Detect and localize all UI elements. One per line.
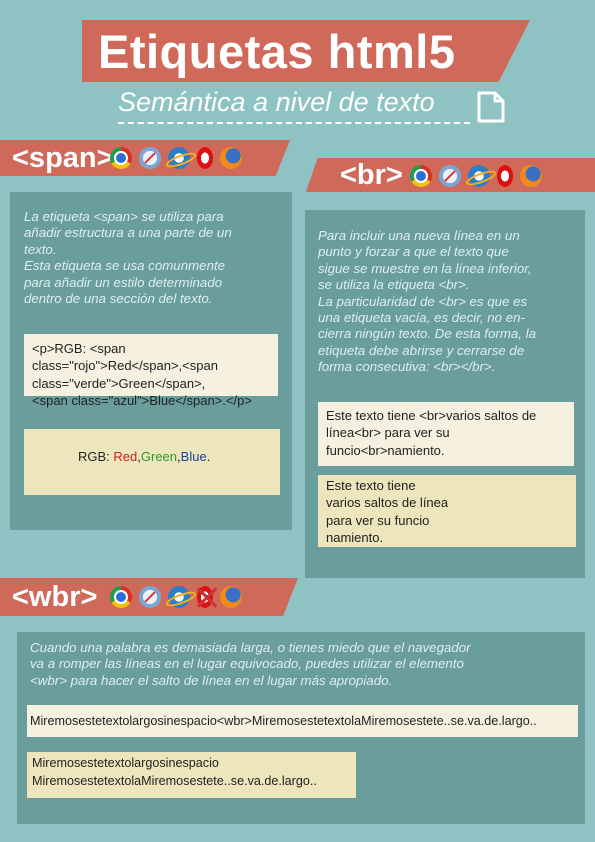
wbr-code-example: Miremosestetextolargosinespacio<wbr>Mire…	[27, 705, 578, 737]
chrome-icon	[410, 165, 432, 187]
period: .	[206, 449, 211, 464]
wbr-browser-support	[110, 582, 270, 612]
green-text: Green	[140, 449, 178, 464]
wbr-result-example: Miremosestetextolargosinespacio Miremose…	[27, 752, 356, 798]
br-tag-heading: <br>	[340, 159, 403, 191]
br-code-example: Este texto tiene <br>varios saltos de lí…	[318, 402, 574, 466]
chrome-icon	[110, 586, 132, 608]
span-result-line: RGB: Red,Green,Blue.	[78, 448, 210, 465]
wbr-tag-heading: <wbr>	[12, 581, 98, 613]
safari-icon	[139, 586, 161, 608]
br-result-example: Este texto tiene varios saltos de línea …	[318, 475, 576, 547]
chrome-icon	[110, 147, 132, 169]
span-code-example: <p>RGB: <span class="rojo">Red</span>,<s…	[24, 334, 278, 408]
firefox-icon	[220, 147, 242, 169]
page-title: Etiquetas html5	[98, 25, 456, 78]
blue-text: Blue	[180, 449, 207, 464]
br-browser-support	[410, 161, 570, 191]
firefox-icon	[220, 586, 242, 608]
wbr-description: Cuando una palabra es demasiada larga, o…	[30, 640, 471, 688]
ie-icon	[168, 147, 190, 169]
ie-icon	[468, 165, 490, 187]
opera-icon	[197, 147, 213, 169]
span-description: La etiqueta <span> se utiliza para añadi…	[24, 209, 232, 307]
span-browser-support	[110, 143, 270, 173]
red-text: Red	[113, 449, 138, 464]
document-icon	[477, 91, 505, 123]
safari-icon	[139, 147, 161, 169]
ie-icon	[168, 586, 190, 608]
rgb-prefix: RGB:	[78, 449, 114, 464]
opera-unsupported-icon	[197, 586, 213, 608]
safari-icon	[439, 165, 461, 187]
firefox-icon	[520, 165, 542, 187]
br-description: Para incluir una nueva línea en un punto…	[318, 228, 537, 375]
page-subtitle: Semántica a nivel de texto	[118, 87, 435, 117]
span-result-example: RGB: Red,Green,Blue.	[24, 429, 280, 495]
opera-icon	[497, 165, 513, 187]
span-tag-heading: <span>	[12, 142, 114, 174]
subtitle-dashed-underline	[118, 122, 470, 124]
